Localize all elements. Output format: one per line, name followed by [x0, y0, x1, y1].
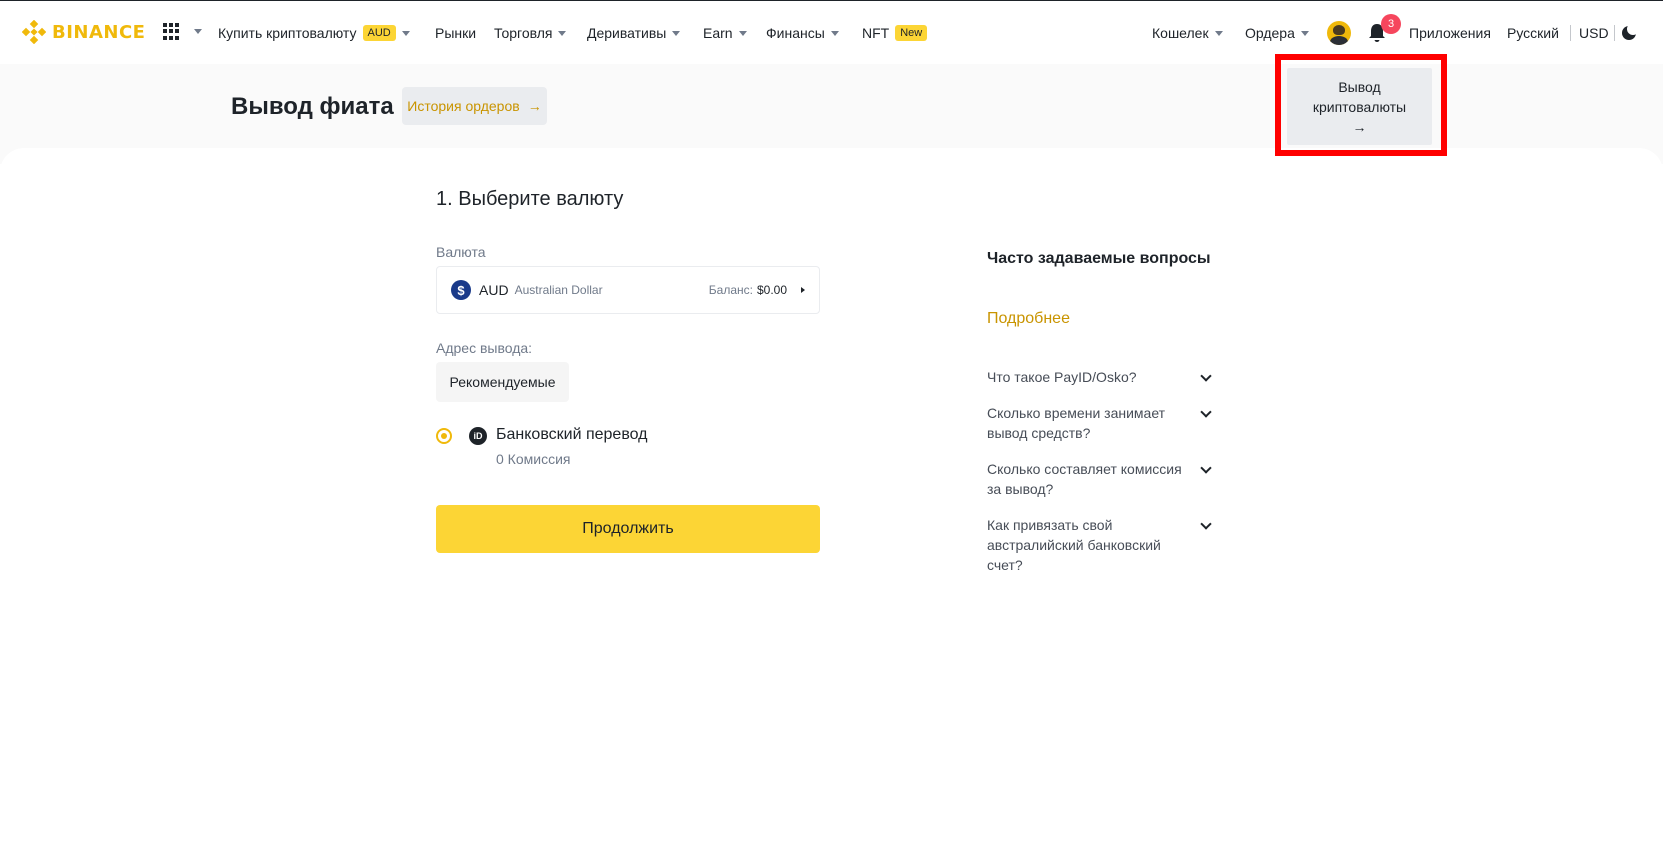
- arrow-right-icon: →: [527, 98, 542, 114]
- nav-language-label: Русский: [1507, 25, 1559, 41]
- currency-name: Australian Dollar: [514, 283, 603, 297]
- balance-label: Баланс:: [708, 283, 753, 297]
- nav-wallet[interactable]: Кошелек: [1152, 23, 1223, 43]
- chevron-down-icon: [738, 30, 747, 36]
- payment-method-fee: 0 Комиссия: [496, 451, 571, 467]
- nav-language[interactable]: Русский: [1507, 23, 1559, 43]
- faq-item[interactable]: Сколько составляет комиссия за вывод?: [987, 459, 1192, 499]
- tab-recommended[interactable]: Рекомендуемые: [436, 362, 569, 402]
- binance-logo[interactable]: BINANCE: [22, 20, 145, 44]
- dollar-coin-icon: $: [451, 280, 471, 300]
- chevron-down-icon: [1300, 30, 1309, 36]
- nav-derivatives-label: Деривативы: [587, 25, 667, 41]
- step-title: 1. Выберите валюту: [436, 188, 624, 210]
- currency-badge: AUD: [362, 25, 396, 41]
- chevron-down-icon: [558, 30, 567, 36]
- nav-divider: [1614, 25, 1615, 41]
- nav-buy-crypto[interactable]: Купить криптовалюту AUD: [218, 23, 410, 43]
- order-history-label: История ордеров: [407, 98, 520, 114]
- nav-apps-label: Приложения: [1409, 25, 1491, 41]
- nav-markets[interactable]: Рынки: [435, 23, 476, 43]
- nav-buy-crypto-label: Купить криптовалюту: [218, 25, 357, 41]
- chevron-down-icon: [401, 30, 410, 36]
- faq-more-link[interactable]: Подробнее: [987, 310, 1070, 328]
- nav-derivatives[interactable]: Деривативы: [587, 23, 681, 43]
- balance-value: $0.00: [756, 283, 787, 297]
- currency-select[interactable]: $ AUD Australian Dollar Баланс: $0.00: [436, 266, 820, 314]
- dark-mode-moon-icon[interactable]: [1622, 23, 1639, 40]
- nav-markets-label: Рынки: [435, 25, 477, 41]
- nav-wallet-label: Кошелек: [1152, 25, 1209, 41]
- faq-title: Часто задаваемые вопросы: [987, 250, 1211, 267]
- main-content-card: [0, 148, 1663, 843]
- nav-orders-label: Ордера: [1245, 25, 1295, 41]
- withdraw-address-label: Адрес вывода:: [436, 340, 533, 356]
- nav-nft[interactable]: NFT New: [862, 23, 928, 43]
- nav-apps[interactable]: Приложения: [1409, 23, 1491, 43]
- user-avatar[interactable]: [1327, 21, 1351, 45]
- nav-currency[interactable]: USD: [1579, 23, 1609, 43]
- faq-item[interactable]: Сколько времени занимает вывод средств?: [987, 403, 1192, 443]
- page-title: Вывод фиата: [231, 93, 394, 120]
- chevron-down-icon: [672, 30, 681, 36]
- order-history-button[interactable]: История ордеров →: [402, 87, 547, 125]
- faq-item[interactable]: Как привязать свой австралийский банковс…: [987, 515, 1177, 575]
- currency-label: Валюта: [436, 244, 486, 260]
- currency-balance: Баланс: $0.00: [709, 283, 787, 297]
- payment-method-name[interactable]: Банковский перевод: [496, 426, 648, 444]
- nav-trade-label: Торговля: [494, 25, 553, 41]
- nav-orders[interactable]: Ордера: [1245, 23, 1309, 43]
- currency-code: AUD: [479, 282, 509, 298]
- nav-earn-label: Earn: [703, 25, 733, 41]
- nav-finance-label: Финансы: [766, 25, 825, 41]
- caret-right-icon: [801, 287, 805, 293]
- bank-transfer-radio[interactable]: [436, 428, 452, 444]
- nav-nft-label: NFT: [862, 25, 890, 41]
- chevron-down-icon[interactable]: [194, 29, 202, 34]
- continue-button[interactable]: Продолжить: [436, 505, 820, 553]
- notification-count-badge: 3: [1381, 14, 1401, 34]
- logo-text: BINANCE: [52, 21, 146, 43]
- faq-item[interactable]: Что такое PayID/Osko?: [987, 367, 1212, 387]
- nav-divider: [1570, 25, 1571, 41]
- highlight-annotation-box: [1275, 54, 1447, 156]
- nav-trade[interactable]: Торговля: [494, 23, 567, 43]
- nav-earn[interactable]: Earn: [703, 23, 747, 43]
- bank-transfer-icon: iD: [469, 427, 487, 445]
- app-grid-icon[interactable]: [163, 23, 180, 40]
- binance-logo-icon: [22, 20, 46, 44]
- nav-currency-label: USD: [1579, 25, 1609, 41]
- chevron-down-icon: [830, 30, 839, 36]
- new-badge: New: [895, 25, 928, 41]
- chevron-down-icon: [1214, 30, 1223, 36]
- nav-finance[interactable]: Финансы: [766, 23, 839, 43]
